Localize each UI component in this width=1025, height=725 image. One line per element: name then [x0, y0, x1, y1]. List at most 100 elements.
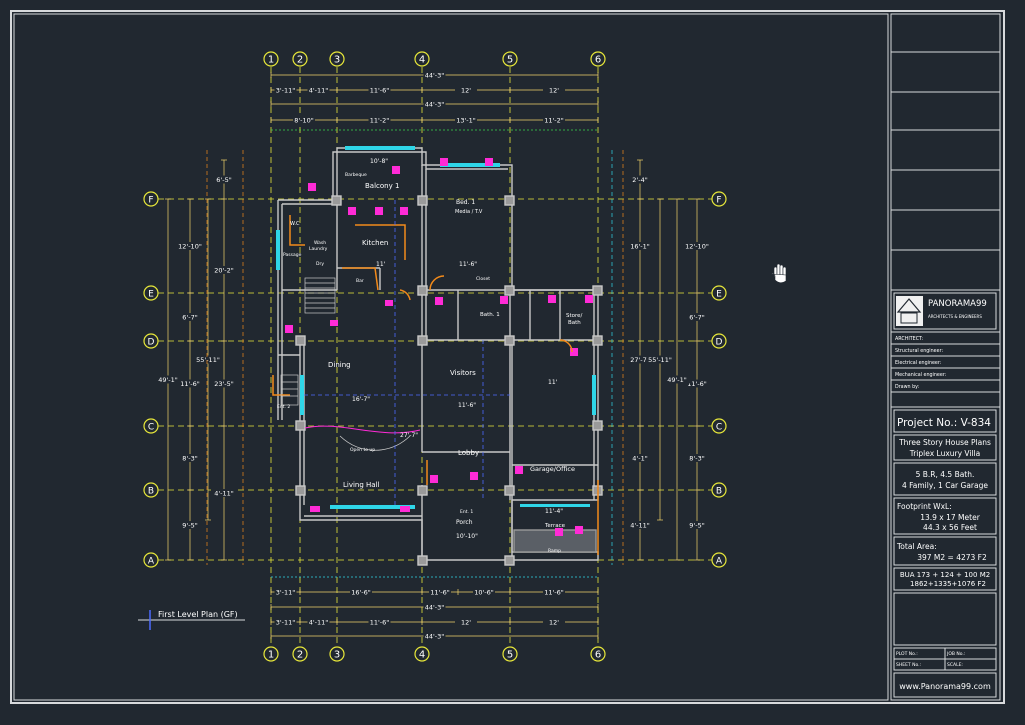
- grid-col-label: 5: [507, 650, 513, 661]
- room-ent2: Ent. 2: [277, 404, 290, 410]
- room-opentoup: Open to up: [350, 447, 375, 453]
- room-ent1: Ent. 1: [460, 509, 473, 515]
- dim-bottom-row1-label: 11'-6": [544, 589, 564, 597]
- dim-top-row3-label: 11'-2": [370, 117, 390, 125]
- dim-left-sub-label: 23'-5": [214, 380, 234, 388]
- grid-row-label: C: [148, 423, 154, 433]
- dim-bed: 11'-6": [459, 261, 477, 268]
- room-bar: Bar: [356, 278, 364, 284]
- footprint-meters: 13.9 x 17 Meter: [920, 513, 980, 522]
- role-label: Mechanical engineer:: [895, 372, 947, 378]
- area-value: 397 M2 = 4273 F2: [917, 553, 987, 562]
- room-living: Living Hall: [343, 481, 380, 489]
- dim-left-label: 12'-10": [178, 243, 202, 251]
- dim-top-row3-label: 8'-10": [294, 117, 314, 125]
- dim-right-total-label: 49'-1": [667, 376, 687, 384]
- desc-line-2: Triplex Luxury Villa: [909, 449, 981, 458]
- dim-left-label: 11'-6": [180, 380, 200, 388]
- dim-right-sub-label: 4'-1": [632, 455, 647, 463]
- footprint-feet: 44.3 x 56 Feet: [923, 523, 977, 532]
- grid-col-label: 1: [268, 650, 274, 661]
- area-label: Total Area:: [896, 542, 937, 551]
- room-bed1: Bed. 1: [456, 199, 475, 206]
- dim-terrace: 11'-4": [545, 508, 563, 515]
- bua-line-2: 1862+1335+1076 F2: [910, 580, 986, 588]
- room-kitchen: Kitchen: [362, 239, 388, 247]
- dim-right-label: 6'-7": [689, 314, 704, 322]
- dim-right-label: 9'-5": [689, 522, 704, 530]
- dim-bottom-row2-label: 12': [461, 619, 471, 627]
- grid-row-label: B: [148, 487, 154, 497]
- dim-balcony: 10'-8": [370, 158, 388, 165]
- dim-top-row3-label: 13'-1": [456, 117, 476, 125]
- room-closet: Closet: [476, 276, 490, 282]
- grid-col-label: 3: [334, 650, 340, 661]
- grid-row-label: A: [716, 557, 723, 567]
- dim-bottom-row1-label: 16'-6": [351, 589, 371, 597]
- dim-right-sub-label: 27'-7": [630, 356, 650, 364]
- dim-right-mid-label: 55'-11": [648, 356, 672, 364]
- grid-row-label: E: [148, 290, 154, 300]
- grid-col-label: 6: [595, 650, 601, 661]
- grid-row-label: F: [148, 196, 153, 206]
- footprint-label: Footprint WxL:: [897, 502, 952, 511]
- room-lobby: Lobby: [458, 449, 479, 457]
- plot-no: PLOT No.:: [896, 651, 918, 657]
- room-terrace: Terrace: [544, 523, 566, 529]
- dim-left-sub-label: 6'-5": [216, 176, 231, 184]
- dim-bottom-row1-label: 3'-11": [276, 589, 296, 597]
- grid-col-label: 5: [507, 55, 513, 66]
- dim-top-row1-label: 4'-11": [309, 87, 329, 95]
- dim-dining: 16'-7": [352, 396, 370, 403]
- role-label: Electrical engineer:: [895, 360, 942, 366]
- dim-top-total2-label: 44'-3": [425, 101, 445, 109]
- room-laundry: Laundry: [309, 246, 328, 252]
- job-no: JOB No.:: [946, 651, 965, 657]
- grid-col-label: 2: [297, 55, 303, 66]
- brand-sub: ARCHITECTS & ENGINEERS: [928, 314, 982, 319]
- logo: [896, 296, 923, 326]
- dim-left-label: 6'-7": [182, 314, 197, 322]
- room-balcony: Balcony 1: [365, 182, 399, 190]
- dim-bottom-row2-label: 4'-11": [309, 619, 329, 627]
- grid-row-label: C: [716, 423, 722, 433]
- grid-row-label: D: [716, 338, 723, 348]
- dim-visitors: 11'-6": [458, 402, 476, 409]
- room-passage: Passage: [283, 252, 302, 258]
- dim-bottom-row1-label: 11'-6": [430, 589, 450, 597]
- grid-col-label: 3: [334, 55, 340, 66]
- dim-left-label: 8'-3": [182, 455, 197, 463]
- dim-left-total-label: 49'-1": [158, 376, 178, 384]
- dim-bottom-row2-label: 11'-6": [370, 619, 390, 627]
- room-wash: Wash: [314, 240, 326, 246]
- dim-left-label: 9'-5": [182, 522, 197, 530]
- dim-right-label: 8'-3": [689, 455, 704, 463]
- dim-left-sub-label: 4'-11": [214, 490, 234, 498]
- plan-title: First Level Plan (GF): [158, 610, 238, 619]
- room-bed1-sub: Media / T.V: [455, 209, 483, 215]
- dim-living: 27'-7": [400, 432, 418, 439]
- dim-left-mid-label: 55'-11": [196, 356, 220, 364]
- dim-left-sub-label: 20'-2": [214, 267, 234, 275]
- room-store2: Bath: [568, 320, 581, 326]
- dim-right-label: 11'-6": [687, 380, 707, 388]
- dim-garage: 11': [548, 379, 558, 386]
- dim-top-row1-label: 12': [461, 87, 471, 95]
- dim-bottom-total2-label: 44'-3": [425, 633, 445, 641]
- dim-right-sub-label: 16'-1": [630, 243, 650, 251]
- grid-row-label: F: [716, 196, 721, 206]
- dim-right-sub-label: 2'-4": [632, 176, 647, 184]
- dim-top-row3-label: 11'-2": [544, 117, 564, 125]
- room-bath1: Bath. 1: [480, 312, 500, 318]
- dim-top-row1-label: 11'-6": [370, 87, 390, 95]
- dim-bottom-row1-label: 10'-6": [474, 589, 494, 597]
- role-label: ARCHITECT:: [895, 336, 923, 342]
- room-dry: Dry: [316, 261, 324, 267]
- dim-bottom-total1-label: 44'-3": [425, 604, 445, 612]
- grid-col-label: 1: [268, 55, 274, 66]
- room-dining: Dining: [328, 361, 351, 369]
- desc-line-1: Three Story House Plans: [898, 438, 991, 447]
- room-barbeque: Barbeque: [345, 172, 367, 178]
- dim-top-total1-label: 44'-3": [425, 72, 445, 80]
- rooms-line-1: 5 B.R, 4.5 Bath.: [916, 470, 975, 479]
